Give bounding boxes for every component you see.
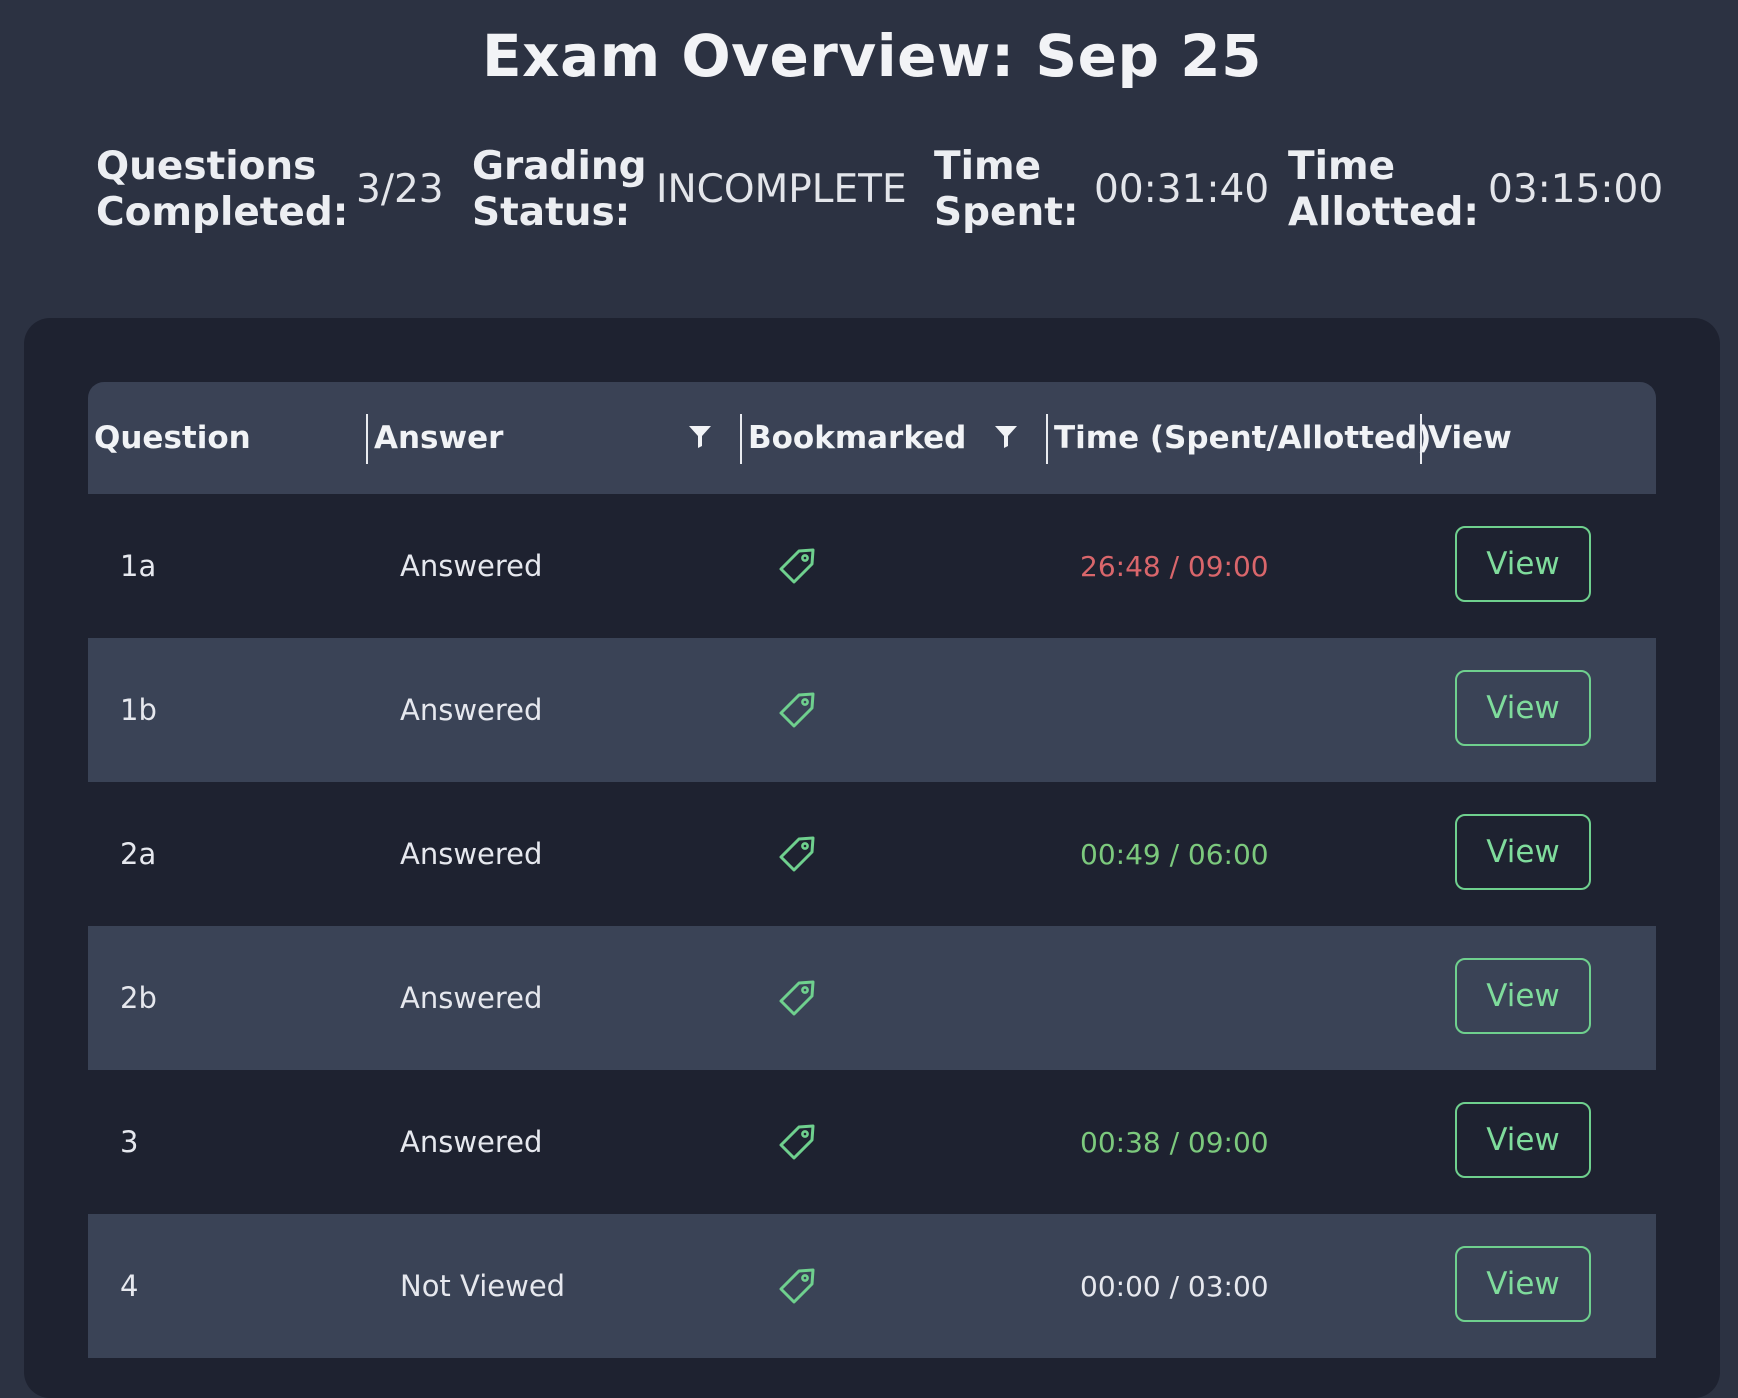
answer-status: Answered — [400, 1125, 543, 1159]
answer-filter-icon[interactable] — [688, 424, 712, 450]
column-divider[interactable] — [1046, 414, 1048, 464]
table-row: 4 Not Viewed 00:00 / 03:00 View — [88, 1214, 1656, 1358]
answer-status: Answered — [400, 693, 543, 727]
column-divider[interactable] — [366, 414, 368, 464]
column-header-question[interactable]: Question — [94, 382, 251, 494]
bookmark-tag-icon[interactable] — [775, 832, 819, 876]
column-divider[interactable] — [1420, 414, 1422, 464]
column-header-time[interactable]: Time (Spent/Allotted) — [1054, 382, 1431, 494]
questions-panel: Question Answer Bookmarked Time (Spent/A… — [24, 318, 1720, 1398]
bookmark-tag-icon[interactable] — [775, 544, 819, 588]
table-row: 3 Answered 00:38 / 09:00 View — [88, 1070, 1656, 1214]
table-row: 1a Answered 26:48 / 09:00 View — [88, 494, 1656, 638]
answer-status: Answered — [400, 837, 543, 871]
bookmark-tag-icon[interactable] — [775, 688, 819, 732]
column-header-bookmarked[interactable]: Bookmarked — [748, 382, 966, 494]
view-button[interactable]: View — [1455, 958, 1591, 1034]
bookmark-tag-icon[interactable] — [775, 1120, 819, 1164]
bookmark-tag-icon[interactable] — [775, 976, 819, 1020]
table-row: 2a Answered 00:49 / 06:00 View — [88, 782, 1656, 926]
time-spent-label: Time Spent: — [934, 144, 1079, 235]
time-spent-allotted: 26:48 / 09:00 — [1080, 549, 1269, 583]
answer-status: Not Viewed — [400, 1269, 566, 1303]
column-divider[interactable] — [740, 414, 742, 464]
view-button[interactable]: View — [1455, 814, 1591, 890]
view-button[interactable]: View — [1455, 1102, 1591, 1178]
time-allotted-label: Time Allotted: — [1288, 144, 1479, 235]
view-button[interactable]: View — [1455, 1246, 1591, 1322]
table-row: 1b Answered View — [88, 638, 1656, 782]
time-spent-allotted: 00:49 / 06:00 — [1080, 837, 1269, 871]
question-id: 1b — [120, 693, 157, 727]
table-row: 2b Answered View — [88, 926, 1656, 1070]
question-id: 1a — [120, 549, 157, 583]
questions-completed-value: 3/23 — [356, 167, 444, 212]
answer-status: Answered — [400, 549, 543, 583]
page-title: Exam Overview: Sep 25 — [482, 22, 1262, 90]
grading-status-value: INCOMPLETE — [656, 167, 907, 212]
grading-status-label: Grading Status: — [472, 144, 647, 235]
column-header-view: View — [1428, 420, 1512, 456]
answer-status: Answered — [400, 981, 543, 1015]
view-button[interactable]: View — [1455, 670, 1591, 746]
question-id: 2b — [120, 981, 157, 1015]
time-allotted-value: 03:15:00 — [1488, 167, 1664, 212]
questions-completed-label: Questions Completed: — [96, 144, 349, 235]
bookmark-tag-icon[interactable] — [775, 1264, 819, 1308]
question-id: 2a — [120, 837, 157, 871]
question-id: 4 — [120, 1269, 139, 1303]
table-header: Question Answer Bookmarked Time (Spent/A… — [88, 382, 1656, 494]
time-spent-allotted: 00:00 / 03:00 — [1080, 1269, 1269, 1303]
question-id: 3 — [120, 1125, 139, 1159]
bookmarked-filter-icon[interactable] — [994, 424, 1018, 450]
column-header-answer[interactable]: Answer — [374, 382, 503, 494]
view-button[interactable]: View — [1455, 526, 1591, 602]
time-spent-allotted: 00:38 / 09:00 — [1080, 1125, 1269, 1159]
time-spent-value: 00:31:40 — [1094, 167, 1270, 212]
questions-table: Question Answer Bookmarked Time (Spent/A… — [88, 382, 1656, 1358]
